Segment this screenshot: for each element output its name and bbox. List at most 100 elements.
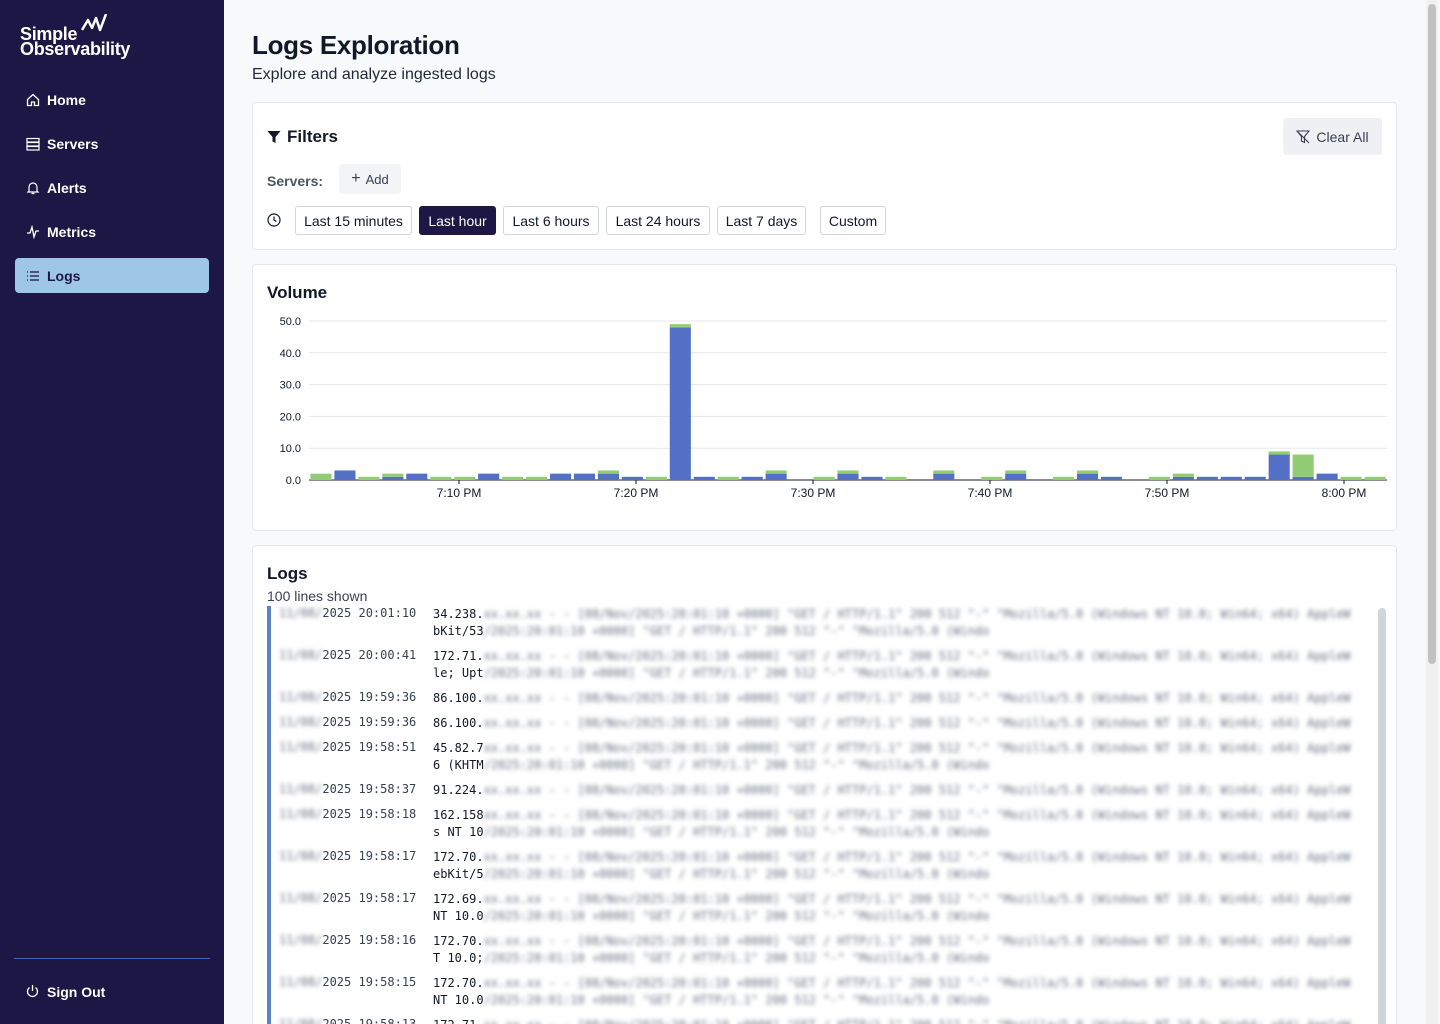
log-message-line: 86.100.xx.xx.xx - - [08/Nov/2025:20:01:1…	[433, 715, 1353, 732]
volume-bar[interactable]	[526, 476, 548, 480]
volume-bar[interactable]	[1100, 476, 1123, 480]
log-message-visible: 172.71.	[433, 649, 484, 663]
volume-bar[interactable]	[885, 476, 907, 480]
app-logo[interactable]: Simple Observability	[20, 14, 150, 62]
log-row[interactable]: 11/08/2025 19:59:36 86.100.xx.xx.xx - - […	[271, 690, 1373, 715]
volume-bar[interactable]	[430, 476, 452, 480]
volume-bar[interactable]	[382, 476, 404, 480]
volume-bar[interactable]	[310, 473, 332, 480]
add-server-button[interactable]: + Add	[339, 164, 401, 194]
volume-bar[interactable]	[1005, 473, 1027, 480]
volume-bar[interactable]	[621, 476, 643, 480]
log-timestamp-date: 11/08/	[279, 715, 323, 729]
log-timestamp-time: 2025 19:59:36	[322, 715, 417, 729]
volume-bar[interactable]	[765, 470, 787, 474]
volume-bar[interactable]	[573, 473, 596, 480]
log-timestamp-date: 11/08/	[279, 891, 323, 905]
log-list[interactable]: 11/08/2025 20:01:10 34.238.xx.xx.xx - - […	[267, 606, 1373, 1024]
volume-bar[interactable]	[741, 476, 763, 480]
log-row[interactable]: 11/08/2025 19:58:51 45.82.7xx.xx.xx - - […	[271, 740, 1373, 782]
volume-bar[interactable]	[837, 473, 859, 480]
volume-bar[interactable]	[693, 476, 715, 480]
volume-bar[interactable]	[358, 476, 380, 480]
volume-bar[interactable]	[549, 473, 572, 480]
volume-bar[interactable]	[1053, 476, 1075, 480]
volume-bar[interactable]	[1292, 454, 1314, 477]
log-timestamp-time: 2025 20:01:10	[322, 606, 417, 620]
volume-bar[interactable]	[1268, 451, 1290, 455]
volume-bar[interactable]	[454, 476, 476, 480]
sign-out-button[interactable]: Sign Out	[15, 974, 209, 1009]
range-last-15-minutes[interactable]: Last 15 minutes	[295, 206, 412, 235]
range-custom[interactable]: Custom	[820, 206, 886, 235]
log-timestamp-date: 11/08/	[279, 933, 323, 947]
volume-bar[interactable]	[382, 473, 404, 477]
sidebar-item-metrics[interactable]: Metrics	[15, 214, 209, 249]
log-message-line: T 10.0;/2025:20:01:10 +0000] "GET / HTTP…	[433, 950, 1353, 967]
volume-bar[interactable]	[1005, 470, 1027, 474]
log-row[interactable]: 11/08/2025 20:00:41 172.71.xx.xx.xx - - […	[271, 648, 1373, 690]
volume-bar[interactable]	[1220, 476, 1242, 480]
volume-bar[interactable]	[933, 473, 955, 480]
volume-bar[interactable]	[1172, 473, 1194, 477]
range-last-hour[interactable]: Last hour	[419, 206, 496, 235]
volume-bar[interactable]	[1316, 473, 1338, 480]
volume-bar[interactable]	[669, 324, 691, 328]
volume-bar[interactable]	[1077, 473, 1099, 480]
volume-bar[interactable]	[597, 470, 619, 474]
volume-bar[interactable]	[981, 476, 1003, 480]
volume-bar[interactable]	[861, 476, 883, 480]
sidebar-nav: Home Servers Alerts Metrics Logs	[15, 82, 209, 302]
logs-scrollbar[interactable]	[1378, 608, 1386, 1024]
volume-bar[interactable]	[837, 470, 859, 474]
volume-bar[interactable]	[1292, 476, 1314, 480]
log-row[interactable]: 11/08/2025 19:58:16 172.70.xx.xx.xx - - […	[271, 933, 1373, 975]
logs-card: Logs 100 lines shown 11/08/2025 20:01:10…	[252, 545, 1397, 1024]
log-row[interactable]: 11/08/2025 19:58:15 172.70.xx.xx.xx - - […	[271, 975, 1373, 1017]
log-row[interactable]: 11/08/2025 19:59:36 86.100.xx.xx.xx - - […	[271, 715, 1373, 740]
volume-bar[interactable]	[933, 470, 955, 474]
volume-chart[interactable]: 50.0 40.0 30.0 20.0 10.0 0.0 7:10 PM 7:20 PM 7:3…	[253, 305, 1396, 505]
volume-bar[interactable]	[597, 473, 619, 480]
range-last-24-hours[interactable]: Last 24 hours	[606, 206, 710, 235]
volume-bar[interactable]	[1340, 476, 1362, 480]
sidebar-item-home[interactable]: Home	[15, 82, 209, 117]
volume-bar[interactable]	[502, 476, 524, 480]
sidebar-item-servers[interactable]: Servers	[15, 126, 209, 161]
log-row[interactable]: 11/08/2025 19:58:17 172.70.xx.xx.xx - - […	[271, 849, 1373, 891]
volume-bar[interactable]	[1364, 476, 1386, 480]
log-message-visible: 45.82.7	[433, 741, 484, 755]
volume-bar[interactable]	[717, 476, 739, 480]
y-tick-label: 40.0	[280, 348, 301, 360]
log-timestamp-date: 11/08/	[279, 690, 323, 704]
range-last-7-days[interactable]: Last 7 days	[717, 206, 806, 235]
range-last-6-hours[interactable]: Last 6 hours	[503, 206, 599, 235]
log-message-visible: le; Upt	[433, 666, 484, 680]
log-row[interactable]: 11/08/2025 19:58:18 162.158xx.xx.xx - - […	[271, 807, 1373, 849]
volume-bar[interactable]	[406, 473, 428, 480]
logs-title: Logs	[267, 564, 308, 583]
sidebar-item-alerts[interactable]: Alerts	[15, 170, 209, 205]
page-scrollbar-thumb[interactable]	[1428, 4, 1436, 664]
volume-bar[interactable]	[1268, 454, 1290, 480]
clear-all-button[interactable]: Clear All	[1283, 118, 1382, 155]
volume-bar[interactable]	[1077, 470, 1099, 474]
volume-bar[interactable]	[813, 476, 835, 480]
volume-bar[interactable]	[1172, 476, 1194, 480]
volume-bar[interactable]	[669, 327, 691, 480]
volume-bar[interactable]	[478, 473, 500, 480]
sidebar-item-logs[interactable]: Logs	[15, 258, 209, 293]
log-row[interactable]: 11/08/2025 20:01:10 34.238.xx.xx.xx - - […	[271, 606, 1373, 648]
log-row[interactable]: 11/08/2025 19:58:17 172.69.xx.xx.xx - - […	[271, 891, 1373, 933]
log-message-visible: s NT 10	[433, 825, 484, 839]
page-scrollbar[interactable]	[1426, 0, 1438, 1024]
log-row[interactable]: 11/08/2025 19:58:37 91.224.xx.xx.xx - - […	[271, 782, 1373, 807]
volume-bar[interactable]	[645, 476, 667, 480]
volume-bar[interactable]	[1148, 476, 1170, 480]
volume-bar[interactable]	[334, 470, 356, 480]
log-row[interactable]: 11/08/2025 19:58:13172.71.xx.xx.xx - - […	[271, 1017, 1373, 1024]
volume-bar[interactable]	[1196, 476, 1218, 480]
sidebar-item-label: Logs	[47, 267, 81, 284]
volume-bar[interactable]	[765, 473, 787, 480]
volume-bar[interactable]	[1244, 476, 1266, 480]
